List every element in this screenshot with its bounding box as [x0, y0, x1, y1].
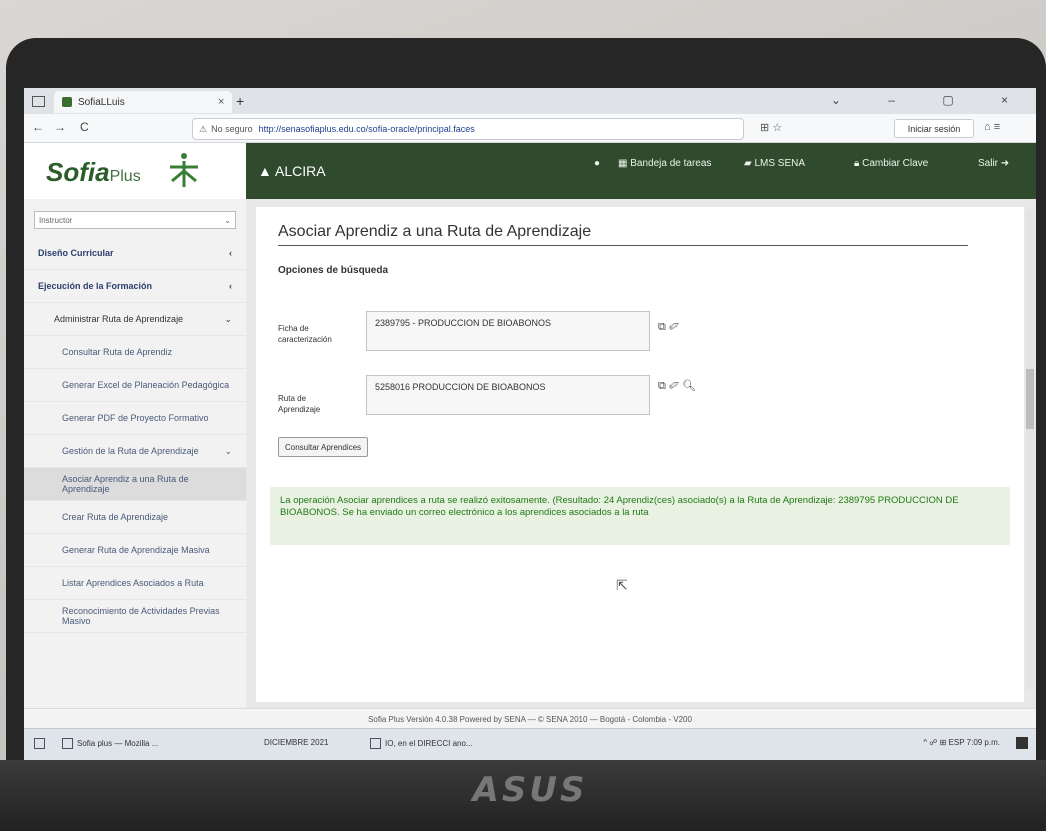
- user-menu[interactable]: ▲ ALCIRA: [258, 163, 326, 179]
- chevron-down-icon: ⌄: [224, 215, 231, 225]
- new-tab-button[interactable]: +: [236, 93, 244, 109]
- help-icon[interactable]: ●: [594, 158, 600, 169]
- browser-tab[interactable]: SofiaLLuis ×: [54, 91, 232, 113]
- taskbar-firefox[interactable]: Sofia plus — Mozilla ...: [62, 738, 158, 749]
- logo-main: Sofia: [46, 157, 110, 187]
- logo-area: SofiaPlus: [24, 143, 246, 200]
- app-footer: Sofia Plus Versión 4.0.38 Powered by SEN…: [24, 708, 1036, 729]
- sidebar-item-label: Asociar Aprendiz a una Ruta de Aprendiza…: [62, 474, 189, 494]
- sidebar-item-label: Generar PDF de Proyecto Formativo: [62, 413, 209, 423]
- sidebar-item-label: Ejecución de la Formación: [38, 281, 153, 291]
- sidebar-item[interactable]: Generar PDF de Proyecto Formativo: [24, 402, 246, 435]
- browser-titlebar: SofiaLLuis × + ⌄ – ▢ ×: [24, 88, 1036, 114]
- sofia-plus-logo[interactable]: SofiaPlus: [46, 157, 141, 188]
- back-button[interactable]: ←: [32, 120, 44, 134]
- sidebar-toggle-icon[interactable]: [32, 96, 45, 107]
- signin-button[interactable]: Iniciar sesión: [894, 119, 974, 138]
- sidebar-item[interactable]: Administrar Ruta de Aprendizaje ⌄: [24, 303, 246, 336]
- sidebar-item-label: Diseño Curricular: [38, 248, 114, 258]
- browser-toolbar: ← → C ⚠ No seguro http://senasofiaplus.e…: [24, 114, 1036, 143]
- tab-title: SofiaLLuis: [78, 96, 125, 108]
- consultar-aprendices-button[interactable]: Consultar Aprendices: [278, 437, 369, 457]
- system-tray[interactable]: ^ ☍ ⊞ ESP 7:09 p.m.: [923, 738, 1000, 747]
- start-icon: [34, 738, 45, 749]
- url-text[interactable]: http://senasofiaplus.edu.co/sofia-oracle…: [259, 124, 475, 134]
- sidebar-item[interactable]: Reconocimiento de Actividades Previas Ma…: [24, 600, 246, 633]
- ruta-label: Ruta de Aprendizaje: [278, 394, 321, 414]
- content-panel: Asociar Aprendiz a una Ruta de Aprendiza…: [256, 207, 1024, 702]
- sidebar-item-label: Administrar Ruta de Aprendizaje: [54, 314, 184, 324]
- sena-favicon-icon: [62, 97, 72, 107]
- sidebar-item[interactable]: Diseño Curricular ‹: [24, 237, 246, 270]
- firefox-icon: [62, 738, 73, 749]
- home-menu-icons[interactable]: ⌂ ≡: [984, 121, 1000, 133]
- sidebar-item[interactable]: Asociar Aprendiz a una Ruta de Aprendiza…: [24, 468, 246, 501]
- sidebar-item-label: Reconocimiento de Actividades Previas Ma…: [62, 606, 220, 626]
- window-controls[interactable]: ⌄ – ▢ ×: [831, 93, 1030, 107]
- laptop-screen: SofiaLLuis × + ⌄ – ▢ × ← → C ⚠ No seguro…: [24, 88, 1036, 760]
- sidebar-item-label: Generar Ruta de Aprendizaje Masiva: [62, 545, 210, 555]
- reader-favorite-icons[interactable]: ⊞ ☆: [760, 121, 782, 134]
- sidebar: Instructor ⌄ Diseño Curricular ‹ Ejecución…: [24, 199, 247, 708]
- menu-lms-sena[interactable]: ▰ LMS SENA: [744, 158, 805, 169]
- notification-icon[interactable]: [1016, 737, 1028, 749]
- taskbar-calendar[interactable]: DICIEMBRE 2021: [264, 738, 328, 747]
- sidebar-item[interactable]: Generar Ruta de Aprendizaje Masiva: [24, 534, 246, 567]
- app-topbar: ▲ ALCIRA ● ▦ Bandeja de tareas ▰ LMS SEN…: [246, 143, 1036, 199]
- logo-sub: Plus: [109, 168, 141, 185]
- sofia-plus-app: SofiaPlus ▲ ALCIRA ● ▦ Bandeja de tareas…: [24, 143, 1036, 708]
- chevron-icon: ‹: [229, 281, 232, 291]
- forward-button[interactable]: →: [54, 120, 66, 134]
- success-message: La operación Asociar aprendices a ruta s…: [270, 487, 1010, 545]
- document-icon: [370, 738, 381, 749]
- sidebar-item-label: Generar Excel de Planeación Pedagógica: [62, 380, 230, 390]
- not-secure-label: No seguro: [211, 124, 253, 134]
- sidebar-item[interactable]: Listar Aprendices Asociados a Ruta: [24, 567, 246, 600]
- sidebar-item-label: Consultar Ruta de Aprendiz: [62, 347, 173, 357]
- sidebar-item-label: Gestión de la Ruta de Aprendizaje: [62, 446, 199, 456]
- taskbar-document[interactable]: IO, en el DIRECCI ano...: [370, 738, 473, 749]
- sena-logo-icon: [170, 153, 198, 187]
- mouse-cursor-icon: ⇱: [616, 577, 628, 593]
- role-select[interactable]: Instructor ⌄: [34, 211, 236, 229]
- role-select-value: Instructor: [39, 215, 73, 225]
- sidebar-item-label: Listar Aprendices Asociados a Ruta: [62, 578, 204, 588]
- sidebar-item[interactable]: Crear Ruta de Aprendizaje: [24, 501, 246, 534]
- page-title: Asociar Aprendiz a una Ruta de Aprendiza…: [278, 223, 968, 246]
- scrollbar-thumb[interactable]: [1026, 369, 1034, 429]
- signin-label: Iniciar sesión: [907, 123, 961, 134]
- os-taskbar: Sofia plus — Mozilla ... DICIEMBRE 2021 …: [24, 728, 1036, 760]
- sidebar-menu: Diseño Curricular ‹ Ejecución de la Formac…: [24, 237, 246, 633]
- taskbar-start[interactable]: [34, 738, 49, 749]
- address-bar[interactable]: ⚠ No seguro http://senasofiaplus.edu.co/…: [192, 118, 744, 140]
- menu-salir[interactable]: Salir ➜: [978, 158, 1009, 169]
- ficha-action-icons[interactable]: ⧉ ✐: [658, 321, 679, 334]
- sidebar-item[interactable]: Ejecución de la Formación ‹: [24, 270, 246, 303]
- ficha-label: Ficha de caracterización: [278, 324, 332, 344]
- ruta-field[interactable]: 5258016 PRODUCCION DE BIOABONOS: [366, 375, 650, 415]
- menu-bandeja-tareas[interactable]: ▦ Bandeja de tareas: [618, 158, 711, 169]
- page-scrollbar[interactable]: [1026, 209, 1034, 689]
- sidebar-item[interactable]: Gestión de la Ruta de Aprendizaje ⌄: [24, 435, 246, 468]
- sidebar-item[interactable]: Consultar Ruta de Aprendiz: [24, 336, 246, 369]
- sidebar-item-label: Crear Ruta de Aprendizaje: [62, 512, 169, 522]
- main-content: Asociar Aprendiz a una Ruta de Aprendiza…: [246, 199, 1036, 708]
- chevron-icon: ‹: [229, 248, 232, 258]
- user-name: ALCIRA: [274, 163, 326, 179]
- tab-close-icon[interactable]: ×: [218, 96, 232, 108]
- menu-cambiar-clave[interactable]: 🔒︎ Cambiar Clave: [854, 158, 928, 169]
- chevron-icon: ⌄: [224, 445, 232, 456]
- chevron-icon: ⌄: [224, 313, 232, 324]
- search-options-title: Opciones de búsqueda: [278, 265, 389, 276]
- device-brand: ASUS: [472, 770, 588, 810]
- ficha-field[interactable]: 2389795 - PRODUCCION DE BIOABONOS: [366, 311, 650, 351]
- reload-button[interactable]: C: [80, 120, 89, 134]
- ruta-action-icons[interactable]: ⧉ ✐ 🔍︎: [658, 379, 696, 393]
- insecure-lock-icon: ⚠: [199, 123, 208, 134]
- sidebar-item[interactable]: Generar Excel de Planeación Pedagógica: [24, 369, 246, 402]
